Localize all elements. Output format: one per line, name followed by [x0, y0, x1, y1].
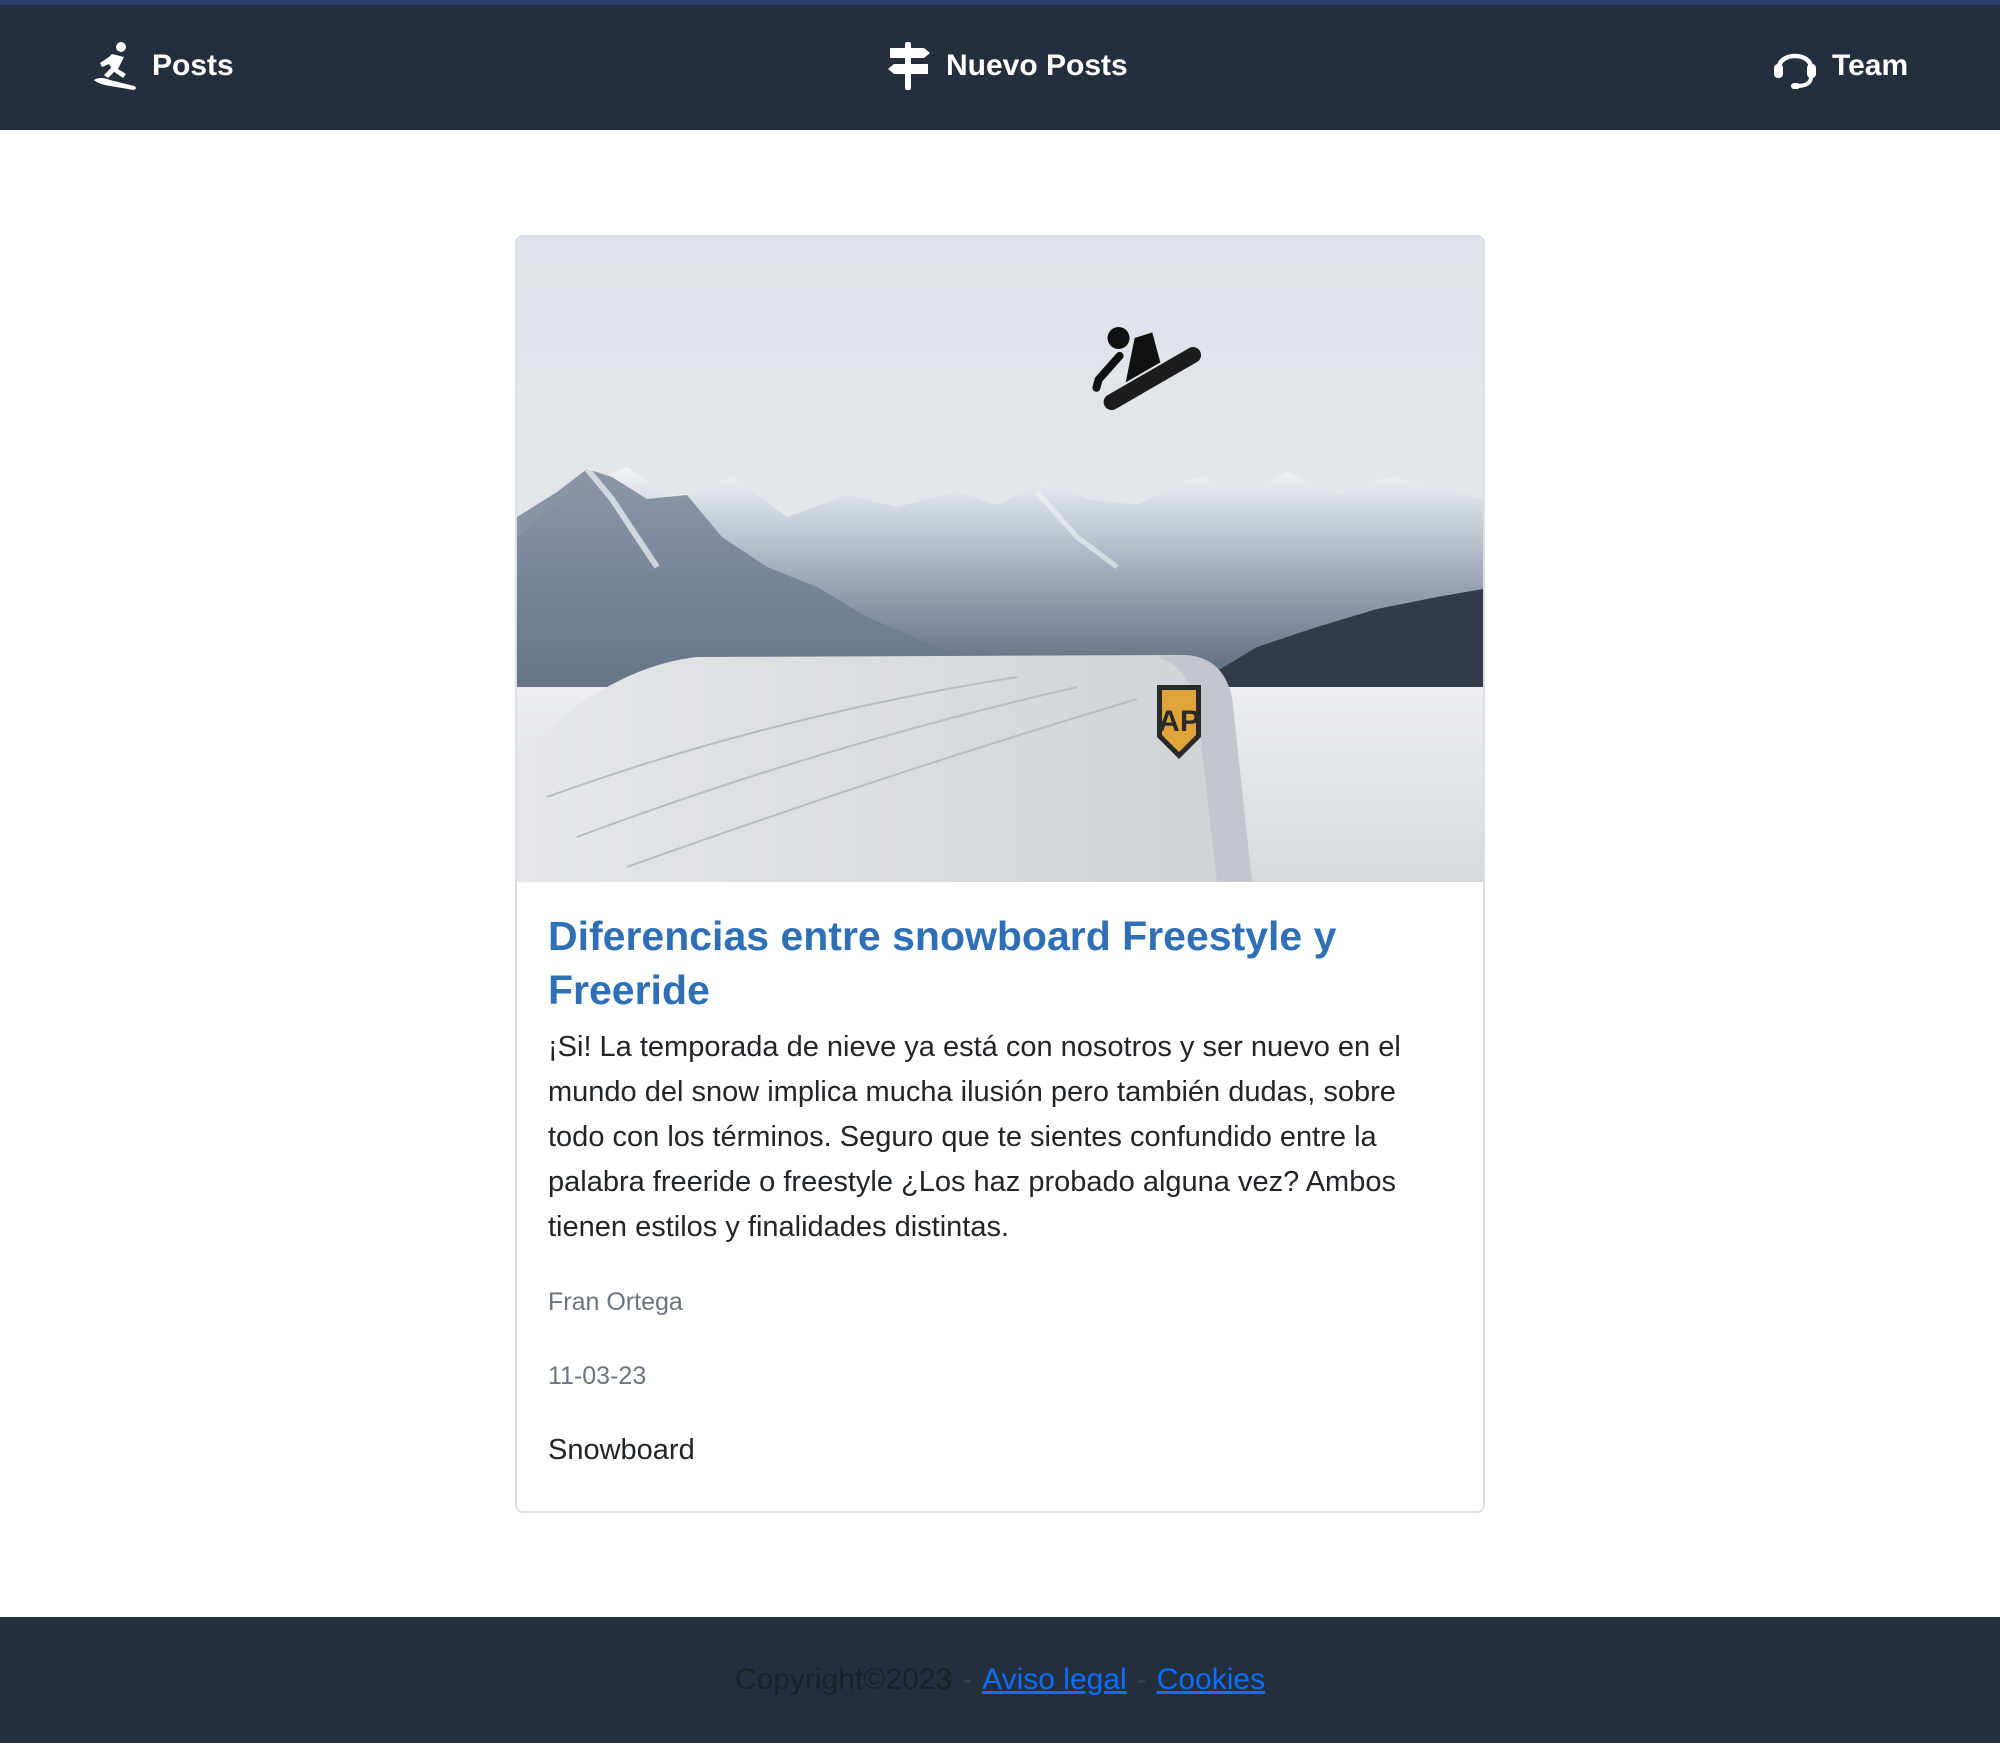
- post-author: Fran Ortega: [548, 1288, 683, 1316]
- nav-link-posts[interactable]: Posts: [90, 38, 234, 94]
- post-excerpt: ¡Si! La temporada de nieve ya está con n…: [548, 1031, 1401, 1243]
- snowboarder-icon: [90, 40, 140, 92]
- footer-link-aviso-legal[interactable]: Aviso legal: [982, 1663, 1127, 1697]
- post-category: Snowboard: [548, 1434, 695, 1466]
- navbar: Posts Nuevo Posts Team: [0, 5, 2000, 130]
- footer-separator: -: [962, 1663, 973, 1696]
- shield-logo-text: AP: [1158, 705, 1200, 738]
- headset-icon: [1770, 40, 1820, 92]
- nav-link-nuevo-posts[interactable]: Nuevo Posts: [884, 38, 1128, 94]
- signpost-icon: [884, 40, 934, 92]
- post-card[interactable]: AP Diferencias entre snowboard Freestyle…: [515, 235, 1485, 1513]
- footer-copyright: Copyright©2023: [734, 1663, 953, 1696]
- nav-label-team: Team: [1832, 49, 1909, 82]
- post-date: 11-03-23: [548, 1362, 647, 1390]
- nav-link-team[interactable]: Team: [1770, 38, 1908, 94]
- footer-separator: -: [1136, 1663, 1147, 1696]
- footer: Copyright©2023 - Aviso legal - Cookies: [0, 1617, 2000, 1743]
- footer-link-cookies[interactable]: Cookies: [1157, 1663, 1265, 1697]
- post-title[interactable]: Diferencias entre snowboard Freestyle y …: [548, 909, 1458, 1017]
- nav-label-posts: Posts: [152, 49, 234, 82]
- post-image: AP: [517, 237, 1483, 882]
- nav-label-nuevo-posts: Nuevo Posts: [946, 49, 1128, 82]
- post-card-body: Diferencias entre snowboard Freestyle y …: [548, 909, 1458, 1468]
